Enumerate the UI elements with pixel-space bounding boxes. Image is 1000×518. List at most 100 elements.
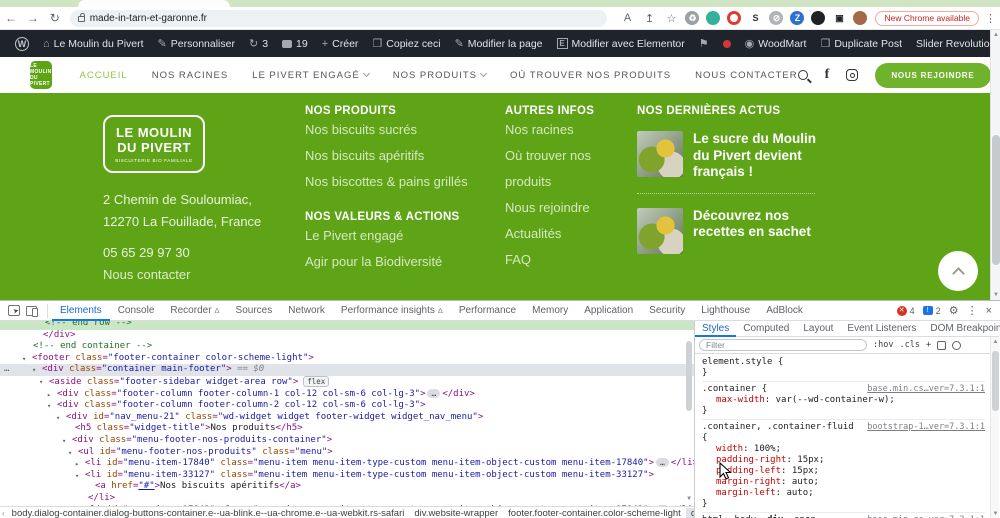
elements-scrollbar-thumb[interactable]: [686, 341, 692, 411]
sidebar-tab-styles[interactable]: Styles: [695, 321, 736, 337]
url-text[interactable]: made-in-tarn-et-garonne.fr: [90, 13, 207, 24]
dom-tree-row[interactable]: <a href="#">Nos biscuits apéritifs</a>: [0, 481, 694, 493]
dom-tree-row[interactable]: <!-- end row -->: [0, 321, 694, 330]
css-rule[interactable]: bootstrap-1…ver=7.3.1:1 .container, .cont…: [702, 420, 985, 513]
admin-bar-item[interactable]: ✎ Personnaliser: [151, 30, 242, 57]
footer-link[interactable]: Nos biscuits apéritifs: [305, 143, 470, 169]
recycle-icon[interactable]: ♻: [685, 11, 700, 25]
computed-icon[interactable]: [952, 340, 962, 350]
devtools-tab-application[interactable]: Application: [576, 301, 641, 321]
page-scrollbar[interactable]: ▲ ▼: [990, 30, 1000, 300]
css-source-link[interactable]: bootstrap-1…ver=7.3.1:1: [867, 422, 985, 433]
reload-button[interactable]: ↻: [44, 7, 66, 29]
back-button[interactable]: ←: [0, 7, 22, 29]
zotero-icon[interactable]: Z: [790, 11, 805, 25]
devtools-tab-security[interactable]: Security: [641, 301, 693, 321]
styles-scrollbar-up[interactable]: ▲: [991, 339, 1000, 345]
error-badge[interactable]: ✕ 4: [896, 305, 915, 316]
css-rule[interactable]: element.style {}: [702, 355, 985, 382]
devtools-close-icon[interactable]: ×: [986, 305, 992, 317]
inspect-element-icon[interactable]: [8, 305, 20, 316]
site-logo[interactable]: LE MOULIN DU PIVERT: [30, 61, 52, 89]
styles-scrollbar-down[interactable]: ▼: [991, 511, 1000, 517]
tree-gutter-ellipsis[interactable]: …: [4, 364, 9, 376]
footer-link[interactable]: FAQ: [505, 247, 625, 273]
dom-tree-row[interactable]: ▾ <li id="menu-item-33127" class="menu-it…: [0, 470, 694, 482]
admin-bar-item[interactable]: W: [8, 30, 36, 57]
address-bar[interactable]: made-in-tarn-et-garonne.fr: [69, 9, 608, 27]
bookmark-star-icon[interactable]: ☆: [663, 10, 679, 26]
admin-bar-item[interactable]: + Créer: [315, 30, 366, 57]
css-property[interactable]: width: 100%;: [702, 444, 985, 455]
admin-bar-item[interactable]: Slider Revolution: [909, 30, 1000, 57]
sidebar-tab-event-listeners[interactable]: Event Listeners: [840, 321, 923, 337]
devtools-tab-console[interactable]: Console: [110, 301, 163, 321]
dom-tree-row[interactable]: ▾ <div id="nav_menu-21" class="wd-widget …: [0, 412, 694, 424]
footer-link[interactable]: Nos biscuits sucrés: [305, 117, 470, 143]
css-property[interactable]: padding-left: 15px;: [702, 466, 985, 477]
issues-badge[interactable]: ! 2: [922, 306, 941, 316]
collapsed-content-button[interactable]: …: [656, 504, 669, 506]
devtools-tab-network[interactable]: Network: [280, 301, 333, 321]
news-item[interactable]: Le sucre du Moulin du Pivert devient fra…: [637, 131, 822, 181]
nav-item[interactable]: ACCUEIL: [80, 70, 128, 81]
admin-bar-item[interactable]: ✎ Modifier la page: [448, 30, 550, 57]
css-property[interactable]: max-width: var(--wd-container-w);: [702, 395, 985, 406]
elements-scrollbar[interactable]: ▼: [685, 321, 693, 506]
elements-scrollbar-down[interactable]: ▼: [685, 493, 693, 505]
devtools-tab-adblock[interactable]: AdBlock: [758, 301, 811, 321]
devtools-tab-sources[interactable]: Sources: [228, 301, 281, 321]
css-property[interactable]: padding-right: 15px;: [702, 455, 985, 466]
footer-contact-link[interactable]: Nous contacter: [103, 267, 190, 282]
footer-link[interactable]: Nos racines: [505, 117, 625, 143]
admin-bar-item[interactable]: ❐ Duplicate Post: [813, 30, 909, 57]
admin-bar-item[interactable]: ↻ 3: [242, 30, 275, 57]
styles-scrollbar[interactable]: ▲ ▼: [990, 337, 999, 518]
devtools-tab-lighthouse[interactable]: Lighthouse: [693, 301, 758, 321]
layout-icon[interactable]: [937, 340, 947, 350]
nav-item[interactable]: LE PIVERT ENGAGÉ: [252, 70, 370, 81]
devtools-tab-performance[interactable]: Performance: [451, 301, 524, 321]
new-rule-button[interactable]: +: [926, 340, 931, 350]
news-title[interactable]: Le sucre du Moulin du Pivert devient fra…: [693, 131, 822, 181]
forward-button[interactable]: →: [22, 7, 44, 29]
nav-item[interactable]: OÙ TROUVER NOS PRODUITS: [510, 70, 671, 81]
devtools-tab-memory[interactable]: Memory: [524, 301, 576, 321]
styles-filter-input[interactable]: Filter: [699, 339, 867, 351]
active-tab[interactable]: [78, 0, 230, 7]
dom-tree-row[interactable]: </div>: [0, 330, 694, 342]
dom-tree-row[interactable]: <h5 class="widget-title">Nos produits</h…: [0, 423, 694, 435]
nav-item[interactable]: NOS PRODUITS: [393, 70, 488, 81]
admin-bar-item[interactable]: 19: [275, 30, 315, 57]
expand-arrow-closed-icon[interactable]: ▸: [75, 506, 79, 507]
sidebar-tab-dom-breakpoints[interactable]: DOM Breakpoints: [923, 321, 1000, 337]
breadcrumb-item[interactable]: div.container.main-footer: [685, 507, 694, 518]
devtools-menu-icon[interactable]: ⋮: [967, 304, 978, 317]
devtools-tab-performance-insights[interactable]: Performance insights Δ: [333, 301, 451, 321]
class-toggle[interactable]: .cls: [899, 340, 919, 350]
dom-tree-row[interactable]: ▸ <li id="menu-item-17840" class="menu-it…: [0, 458, 694, 470]
css-source-link[interactable]: base.min.cs…ver=7.3.1:1: [867, 384, 985, 395]
share-icon[interactable]: ↥: [641, 10, 657, 26]
translate-icon[interactable]: A: [619, 10, 635, 26]
footer-phone[interactable]: 05 65 29 97 30: [103, 245, 190, 260]
css-rule[interactable]: base.min.cs…ver=7.3.1:1html, body, div, …: [702, 513, 985, 518]
admin-bar-item[interactable]: ⚑: [692, 30, 716, 57]
breadcrumb-item[interactable]: footer.footer-container.color-scheme-lig…: [503, 508, 686, 518]
dom-tree-row[interactable]: ▸<li id="menu-item-17842" class="menu-it…: [0, 504, 694, 507]
scrollbar-up-arrow[interactable]: ▲: [991, 32, 1000, 38]
pseudo-state-toggle[interactable]: :hov: [873, 340, 893, 350]
styles-scrollbar-thumb[interactable]: [992, 351, 999, 411]
facebook-icon[interactable]: f: [825, 67, 830, 83]
dom-tree-row[interactable]: ▾ <div class="footer-column footer-column…: [0, 400, 694, 412]
breadcrumb-item[interactable]: body.dialog-container.dialog-buttons-con…: [7, 508, 410, 518]
css-property[interactable]: margin-right: auto;: [702, 477, 985, 488]
nav-item[interactable]: NOS RACINES: [152, 70, 228, 81]
css-rule[interactable]: base.min.cs…ver=7.3.1:1 .container {max-w…: [702, 382, 985, 420]
news-title[interactable]: Découvrez nos recettes en sachet: [693, 208, 822, 254]
dom-tree-row[interactable]: </li>: [0, 493, 694, 505]
dom-tree-row[interactable]: <!-- end container -->: [0, 341, 694, 353]
devtools-tab-elements[interactable]: Elements: [52, 301, 110, 321]
footer-link[interactable]: Actualités: [505, 221, 625, 247]
nav-item[interactable]: NOUS CONTACTER: [695, 70, 798, 81]
